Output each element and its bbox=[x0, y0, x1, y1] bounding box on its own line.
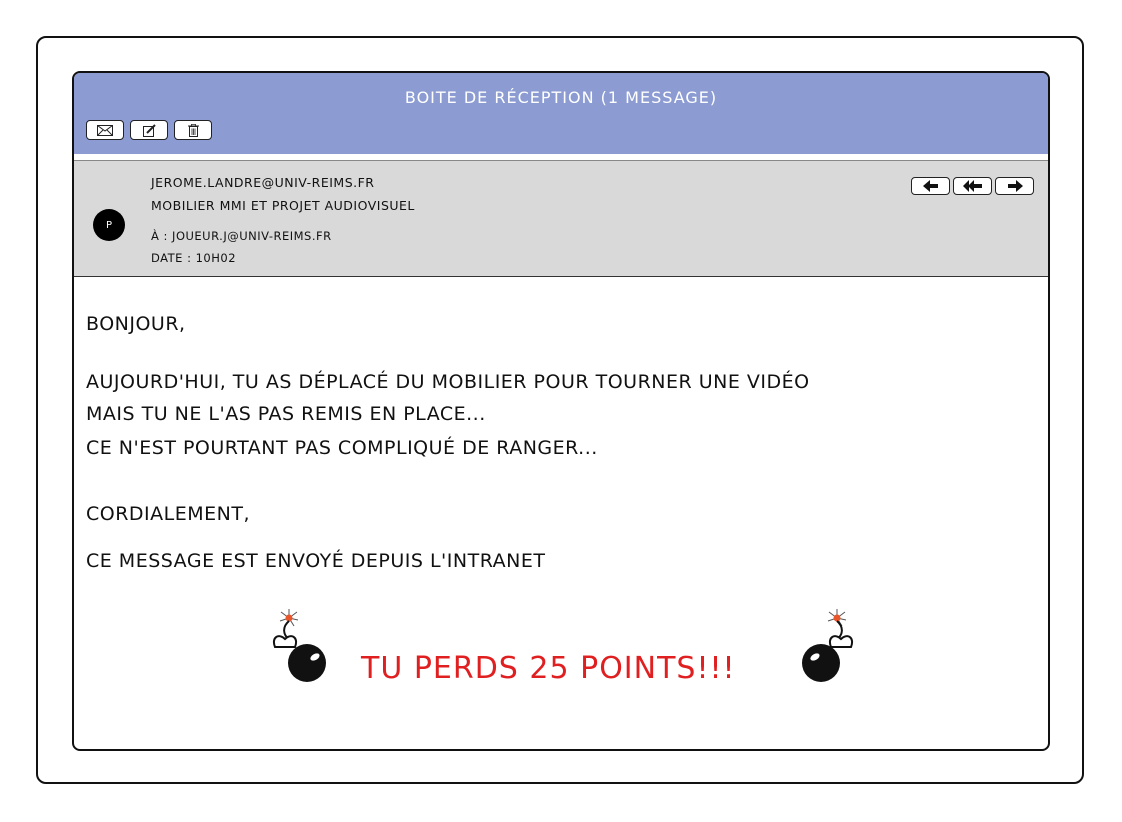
penalty-text: Tu perds 25 points!!! bbox=[361, 651, 736, 686]
penalty-banner: Tu perds 25 points!!! bbox=[269, 609, 869, 699]
title-bar: Boite de réception (1 message) bbox=[74, 73, 1048, 157]
toolbar bbox=[86, 120, 212, 140]
bomb-icon bbox=[802, 609, 853, 682]
window-title: Boite de réception (1 message) bbox=[404, 88, 718, 107]
mail-button[interactable] bbox=[86, 120, 124, 140]
message-subject: Mobilier MMI et projet audiovisuel bbox=[151, 198, 415, 213]
mail-window: Boite de réception (1 message) bbox=[72, 71, 1050, 751]
trash-icon bbox=[187, 123, 199, 137]
reply-icon bbox=[922, 180, 938, 192]
message-header: P jerome.landre@univ-reims.fr Mobilier M… bbox=[74, 160, 1048, 277]
delete-button[interactable] bbox=[174, 120, 212, 140]
forward-button[interactable] bbox=[995, 177, 1034, 195]
sender-address: jerome.landre@univ-reims.fr bbox=[151, 175, 375, 190]
date-line: Date : 10h02 bbox=[151, 251, 237, 265]
message-actions bbox=[911, 177, 1034, 195]
greeting: Bonjour, bbox=[86, 313, 186, 335]
reply-button[interactable] bbox=[911, 177, 950, 195]
recipient-line: À : joueur.j@univ-reims.fr bbox=[151, 229, 332, 243]
compose-icon bbox=[142, 123, 156, 137]
bomb-icon bbox=[273, 609, 326, 682]
compose-button[interactable] bbox=[130, 120, 168, 140]
body-line-1: Aujourd'hui, tu as déplacé du mobilier p… bbox=[86, 371, 810, 393]
body-line-3: Ce n'est pourtant pas compliqué de range… bbox=[86, 437, 598, 459]
reply-all-button[interactable] bbox=[953, 177, 992, 195]
body-line-2: mais tu ne l'as pas remis en place... bbox=[86, 403, 486, 425]
closing: Cordialement, bbox=[86, 503, 251, 525]
avatar: P bbox=[93, 209, 125, 241]
footer-note: Ce message est envoyé depuis l'intranet bbox=[86, 550, 546, 572]
mail-icon bbox=[97, 124, 113, 136]
reply-all-icon bbox=[962, 180, 982, 192]
forward-icon bbox=[1007, 180, 1023, 192]
